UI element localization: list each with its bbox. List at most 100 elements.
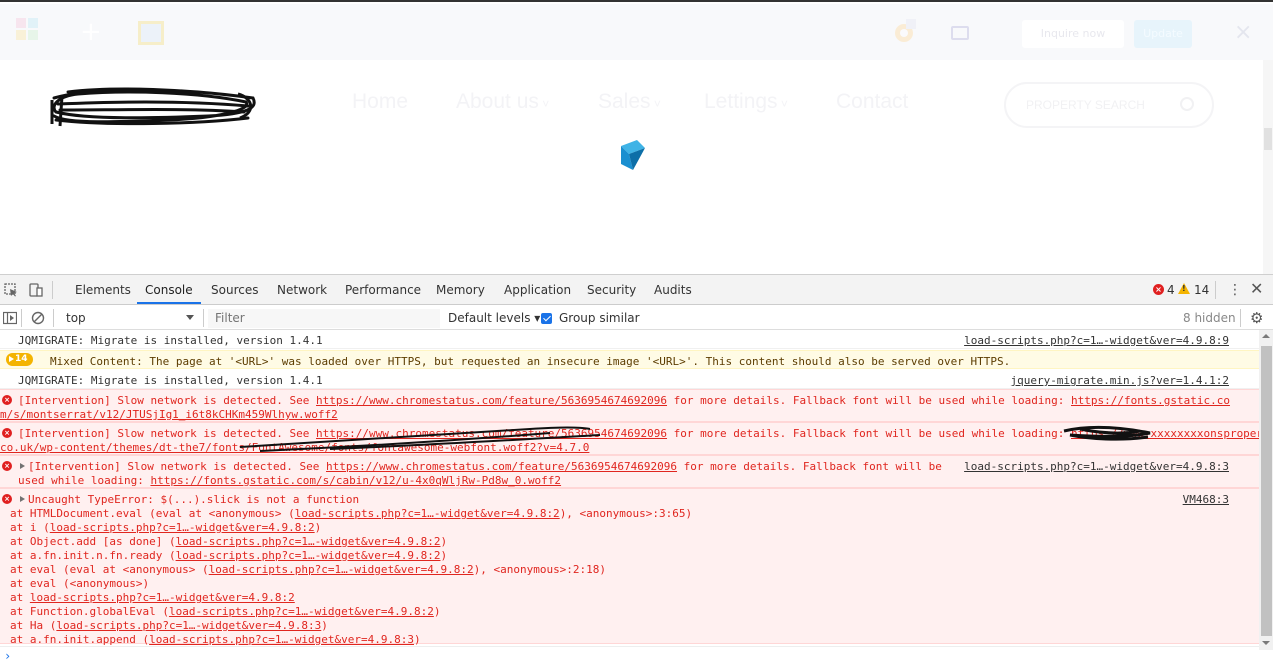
console-message-log: JQMIGRATE: Migrate is installed, version… [0,370,1259,389]
stack-link[interactable]: load-scripts.php?c=1…-widget&ver=4.9.8:3 [56,619,321,632]
tab-audits[interactable]: Audits [654,275,692,304]
site-scrollbar[interactable] [1263,60,1273,276]
chromestatus-link[interactable]: https://www.chromestatus.com/feature/563… [316,394,667,407]
message-text: JQMIGRATE: Migrate is installed, version… [18,374,323,387]
font-link[interactable]: https://fonts.gstatic.co [1071,394,1230,407]
nav-home[interactable]: Home [352,90,408,114]
nav-sales[interactable]: Sales ˅ [598,90,661,114]
warning-count[interactable]: 14 [1194,283,1209,297]
stack-link[interactable]: load-scripts.php?c=1…-widget&ver=4.9.8:3 [149,633,414,646]
group-similar-checkbox[interactable] [541,313,552,324]
stack-frame: at eval (<anonymous>) [10,577,150,590]
chromestatus-link[interactable]: https://www.chromestatus.com/feature/563… [326,460,677,473]
error-count-icon[interactable]: × [1153,284,1164,295]
stack-frame: at load-scripts.php?c=1…-widget&ver=4.9.… [10,591,295,604]
source-link[interactable]: jquery-migrate.min.js?ver=1.4.1:2 [1010,374,1229,387]
device-toolbar-icon[interactable] [29,283,43,297]
console-message-error: × [Intervention] Slow network is detecte… [0,422,1259,455]
toolbar-light-button[interactable]: Inquire now [1022,20,1124,48]
property-search-button[interactable]: PROPERTY SEARCH [1004,82,1214,128]
clear-console-icon[interactable] [31,311,45,325]
expand-triangle-icon[interactable] [20,463,25,469]
repeat-count-badge[interactable]: 14 [6,353,33,366]
toolbar-divider [21,309,22,327]
toolbar-divider [1215,281,1216,299]
stack-frame: at a.fn.init.n.fn.ready (load-scripts.ph… [10,549,448,562]
close-devtools-icon[interactable]: ✕ [1250,280,1263,298]
toolbar-divider [203,309,204,327]
error-icon: × [2,494,12,504]
console-settings-gear-icon[interactable]: ⚙ [1250,309,1263,327]
chromestatus-link[interactable]: https://www.chromestatus.com/feature/563… [316,427,667,440]
tab-console[interactable]: Console [137,275,201,304]
tab-network[interactable]: Network [277,275,327,304]
add-icon[interactable]: + [80,17,102,47]
toolbar-divider [52,281,53,299]
tab-security[interactable]: Security [587,275,636,304]
stack-frame: at Object.add [as done] (load-scripts.ph… [10,535,448,548]
inspect-element-icon[interactable] [4,283,18,297]
error-icon: × [2,461,12,471]
console-message-error: × [Intervention] Slow network is detecte… [0,455,1259,488]
property-search-label: PROPERTY SEARCH [1026,98,1145,112]
nav-contact[interactable]: Contact [836,90,908,114]
layout-icon[interactable] [138,21,164,45]
message-part: used while loading: [18,474,151,487]
font-link[interactable]: co.uk/wp-content/themes/dt-the7/fonts/Fo… [0,441,589,454]
source-link[interactable]: load-scripts.php?c=1…-widget&ver=4.9.8:3 [964,460,1229,473]
default-levels-dropdown[interactable]: Default levels ▾ [448,309,540,327]
screen: + Inquire now Update × Home About us ˅ S… [0,0,1273,664]
stack-link[interactable]: load-scripts.php?c=1…-widget&ver=4.9.8:2 [176,535,441,548]
message-part: for more details. Fallback font will be [677,460,942,473]
message-text: [Intervention] Slow network is detected.… [0,427,1259,455]
tab-application[interactable]: Application [504,275,571,304]
expand-triangle-icon[interactable] [20,496,25,502]
error-count[interactable]: 4 [1167,283,1175,297]
chevron-down-icon: ˅ [650,97,661,111]
source-link[interactable]: load-scripts.php?c=1…-widget&ver=4.9.8:9 [964,334,1229,347]
error-icon: × [2,395,12,405]
message-text: JQMIGRATE: Migrate is installed, version… [18,334,323,347]
stack-link[interactable]: load-scripts.php?c=1…-widget&ver=4.9.8:2 [50,521,315,534]
stack-link[interactable]: load-scripts.php?c=1…-widget&ver=4.9.8:2 [30,591,295,604]
tab-memory[interactable]: Memory [436,275,485,304]
message-part: for more details. Fallback font will be … [667,394,1071,407]
site-scrollbar-thumb[interactable] [1264,128,1272,150]
search-icon [1180,97,1194,111]
show-sidebar-icon[interactable] [3,311,17,325]
tab-elements[interactable]: Elements [75,275,131,304]
stack-link[interactable]: load-scripts.php?c=1…-widget&ver=4.9.8:2 [295,507,560,520]
context-selector[interactable]: top [60,309,200,327]
stack-link[interactable]: load-scripts.php?c=1…-widget&ver=4.9.8:2 [209,563,474,576]
gear-icon[interactable] [890,19,918,47]
website-viewport: + Inquire now Update × Home About us ˅ S… [0,0,1273,276]
scroll-up-arrow-icon[interactable] [1262,334,1270,338]
console-prompt[interactable]: › [0,646,1259,664]
stack-frame: at Function.globalEval (load-scripts.php… [10,605,441,618]
more-options-icon[interactable]: ⋮ [1228,281,1242,299]
stack-link[interactable]: load-scripts.php?c=1…-widget&ver=4.9.8:2 [169,605,434,618]
font-link[interactable]: https://www.xxxxxxxxonsproperty. [1071,427,1259,440]
stack-frame: at a.fn.init.append (load-scripts.php?c=… [10,633,421,646]
font-link[interactable]: https://fonts.gstatic.com/s/cabin/v12/u-… [150,474,561,487]
message-part: [Intervention] Slow network is detected.… [18,427,317,440]
console-scrollbar-thumb[interactable] [1261,346,1272,636]
tab-performance[interactable]: Performance [345,275,421,304]
app-logo-icon[interactable] [14,16,40,42]
console-filter-input[interactable] [208,309,440,328]
preview-screen-icon[interactable] [951,26,969,40]
font-link[interactable]: m/s/montserrat/v12/JTUSjIg1_i6t8kCHKm459… [0,408,338,421]
update-button[interactable]: Update [1134,20,1192,48]
console-toolbar: top Default levels ▾ Group similar 8 hid… [0,306,1273,330]
message-text: Mixed Content: The page at '<URL>' was l… [50,355,1011,368]
nav-lettings[interactable]: Lettings ˅ [704,90,788,114]
nav-about-us[interactable]: About us ˅ [456,90,549,114]
tab-sources[interactable]: Sources [211,275,258,304]
source-link[interactable]: VM468:3 [1183,493,1229,506]
stack-link[interactable]: load-scripts.php?c=1…-widget&ver=4.9.8:2 [176,549,441,562]
close-icon[interactable]: × [1234,20,1252,46]
error-headline: Uncaught TypeError: $(...).slick is not … [28,493,360,506]
prompt-chevron-icon: › [4,649,12,663]
scroll-down-arrow-icon[interactable] [1262,641,1270,645]
group-similar-label[interactable]: Group similar [559,309,640,327]
